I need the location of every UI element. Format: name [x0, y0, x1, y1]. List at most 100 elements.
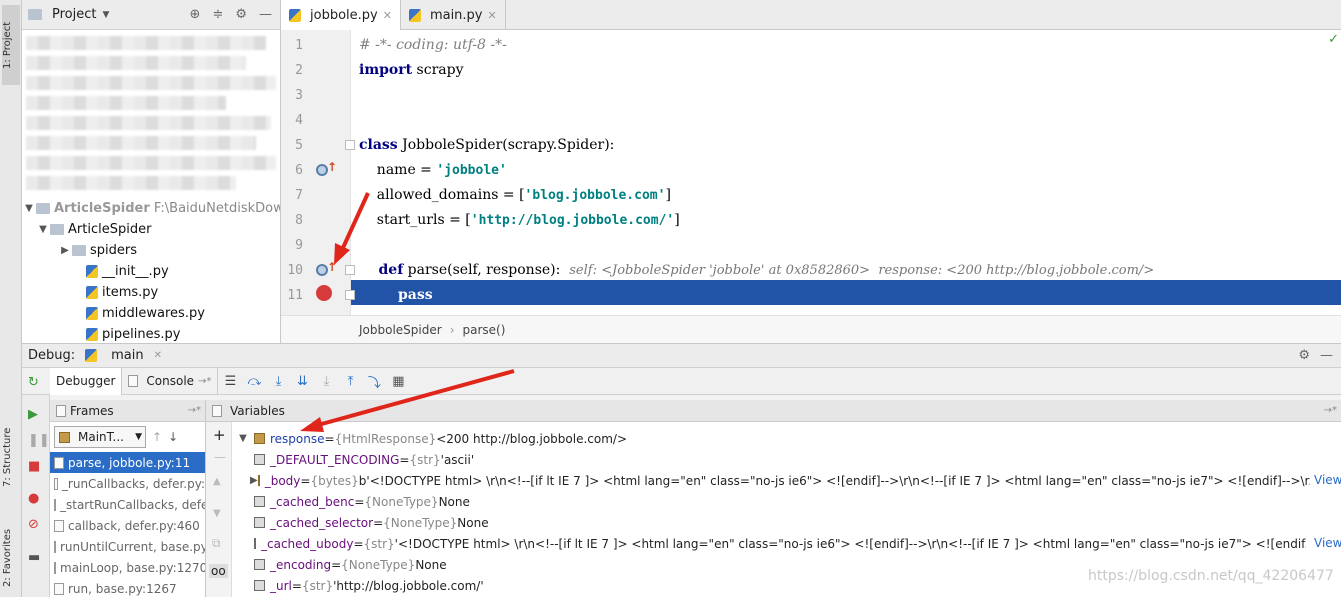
minimize-icon[interactable]: — [1320, 348, 1341, 363]
rerun-icon[interactable]: ↻ [28, 375, 39, 390]
fold-marker-icon[interactable] [345, 140, 355, 150]
variables-icon [212, 404, 222, 417]
arrow-down-icon[interactable]: ▼ [213, 508, 221, 519]
frame-icon [54, 456, 64, 469]
add-watch-icon[interactable]: + [213, 426, 226, 444]
tab-jobbole[interactable]: jobbole.py ✕ [281, 0, 401, 30]
close-icon[interactable]: ✕ [488, 9, 497, 22]
python-file-icon [86, 286, 98, 299]
chevron-down-icon[interactable]: ▼ [135, 432, 145, 442]
step-into-my-code-icon[interactable]: ⤓ [314, 374, 338, 389]
gear-icon[interactable]: ⚙ [1298, 348, 1310, 363]
stop-icon[interactable]: ■ [28, 459, 40, 474]
pause-icon[interactable]: ❚❚ [28, 433, 50, 448]
arrow-down-icon[interactable]: ↓ [168, 430, 178, 444]
tab-debugger[interactable]: Debugger [50, 367, 123, 395]
frame-row[interactable]: callback, defer.py:460 [50, 515, 205, 536]
code-line-6: name = 'jobbole' [359, 162, 507, 178]
variable-row[interactable]: _url = {str} 'http://blog.jobbole.com/' [254, 575, 484, 596]
minimize-icon[interactable]: — [259, 7, 272, 22]
show-execution-point-icon[interactable]: ⤼ [242, 374, 266, 389]
project-tool-tab[interactable]: 1: Project [2, 5, 20, 85]
tab-console[interactable]: Console →* [122, 367, 219, 395]
tree-item-articlespider[interactable]: ▼ ArticleSpider [36, 219, 151, 240]
line-number: 2 [295, 63, 303, 78]
collapse-icon[interactable]: ≑ [212, 7, 223, 22]
mute-breakpoints-icon[interactable]: ⊘ [28, 517, 39, 532]
variables-side-toolbar: + — ▲ ▼ ⧉ oo [206, 422, 232, 597]
locate-icon[interactable]: ⊕ [190, 7, 201, 22]
chevron-down-icon[interactable]: ▼ [22, 203, 36, 214]
tree-item-pipelines[interactable]: pipelines.py [86, 324, 180, 343]
remove-watch-icon[interactable]: — [214, 450, 226, 464]
project-view-selector[interactable]: Project [52, 7, 96, 22]
line-number: 4 [295, 113, 303, 128]
run-to-cursor-icon[interactable]: ⤵ [362, 372, 386, 391]
breadcrumb: JobboleSpider › parse() [281, 315, 1341, 343]
structure-tool-tab[interactable]: 7: Structure [2, 420, 20, 495]
frame-row[interactable]: runUntilCurrent, base.py [50, 536, 205, 557]
field-icon [254, 454, 265, 465]
resume-icon[interactable]: ▶ [28, 407, 38, 422]
chevron-down-icon[interactable]: ▼ [232, 433, 254, 444]
step-into-icon[interactable]: ⇊ [290, 374, 314, 389]
tab-main[interactable]: main.py ✕ [401, 0, 506, 30]
favorites-tool-tab[interactable]: 2: Favorites [2, 520, 20, 595]
layout-icon[interactable]: ▬ [28, 550, 40, 565]
tree-item-items[interactable]: items.py [86, 282, 158, 303]
arrow-up-icon[interactable]: ▲ [213, 476, 221, 487]
frame-row[interactable]: run, base.py:1267 [50, 578, 205, 597]
breadcrumb-class[interactable]: JobboleSpider [359, 323, 442, 337]
copy-icon[interactable]: ⧉ [212, 536, 221, 551]
tree-item-label: pipelines.py [102, 327, 181, 342]
evaluate-expression-icon[interactable]: ▦ [386, 374, 410, 389]
variable-row[interactable]: _encoding = {NoneType} None [254, 554, 447, 575]
tree-item-spiders[interactable]: ▶ spiders [58, 240, 137, 261]
variable-row[interactable]: _cached_benc = {NoneType} None [254, 491, 470, 512]
line-number: 8 [295, 213, 303, 228]
tree-item-init[interactable]: __init__.py [86, 261, 169, 282]
view-link[interactable]: View [1314, 473, 1341, 487]
close-icon[interactable]: ✕ [383, 9, 392, 22]
code-line-11: pass [359, 287, 433, 303]
thread-row: MainT... ▼ ↑ ↓ [50, 422, 205, 452]
arrow-up-icon[interactable]: ↑ [152, 430, 162, 444]
breakpoint-icon[interactable] [316, 285, 332, 301]
pin-icon: →* [198, 375, 212, 387]
variable-row[interactable]: ▶ _body = {bytes} b'<!DOCTYPE html> \r\n… [250, 470, 1310, 491]
line-number: 1 [295, 38, 303, 53]
fold-marker-icon[interactable] [345, 265, 355, 275]
tree-item-middlewares[interactable]: middlewares.py [86, 303, 205, 324]
frame-icon [54, 498, 56, 511]
pin-icon: →* [187, 405, 201, 416]
variable-row-response[interactable]: ▼ response = {HtmlResponse} <200 http://… [232, 428, 627, 449]
tree-root-path: F:\BaiduNetdiskDownlo [153, 201, 281, 216]
breadcrumb-method[interactable]: parse() [463, 323, 506, 337]
view-link[interactable]: View [1314, 536, 1341, 550]
run-config-tab[interactable]: main [111, 348, 143, 363]
frame-row[interactable]: _runCallbacks, defer.py: [50, 473, 205, 494]
frame-row[interactable]: mainLoop, base.py:1270 [50, 557, 205, 578]
variable-row[interactable]: _DEFAULT_ENCODING = {str} 'ascii' [254, 449, 474, 470]
step-over-icon[interactable]: ⤓ [266, 374, 290, 389]
view-breakpoints-icon[interactable]: ● [28, 491, 39, 506]
code-editor[interactable]: 1 # -*- coding: utf-8 -*- 2 import scrapy … [281, 30, 1341, 315]
close-icon[interactable]: ✕ [154, 350, 162, 361]
variable-row[interactable]: _cached_selector = {NoneType} None [254, 512, 489, 533]
chevron-right-icon[interactable]: ▶ [250, 475, 258, 486]
step-out-icon[interactable]: ⤒ [338, 374, 362, 389]
variable-row[interactable]: _cached_ubody = {str} '<!DOCTYPE html> \… [254, 533, 1306, 554]
code-line-10: def parse(self, response): self: <Jobbol… [359, 262, 1155, 278]
chevron-right-icon[interactable]: ▶ [58, 245, 72, 256]
frames-icon [56, 404, 66, 417]
frame-row[interactable]: parse, jobbole.py:11 [50, 452, 205, 473]
chevron-down-icon[interactable]: ▼ [102, 10, 109, 20]
gear-icon[interactable]: ⚙ [235, 7, 247, 22]
chevron-down-icon[interactable]: ▼ [36, 224, 50, 235]
glasses-icon[interactable]: oo [209, 564, 228, 578]
fold-marker-icon[interactable] [345, 290, 355, 300]
menu-icon[interactable]: ☰ [218, 374, 242, 389]
tree-root[interactable]: ▼ ArticleSpider F:\BaiduNetdiskDownlo [22, 198, 281, 219]
thread-select[interactable]: MainT... ▼ [54, 426, 146, 448]
frame-row[interactable]: _startRunCallbacks, defe [50, 494, 205, 515]
